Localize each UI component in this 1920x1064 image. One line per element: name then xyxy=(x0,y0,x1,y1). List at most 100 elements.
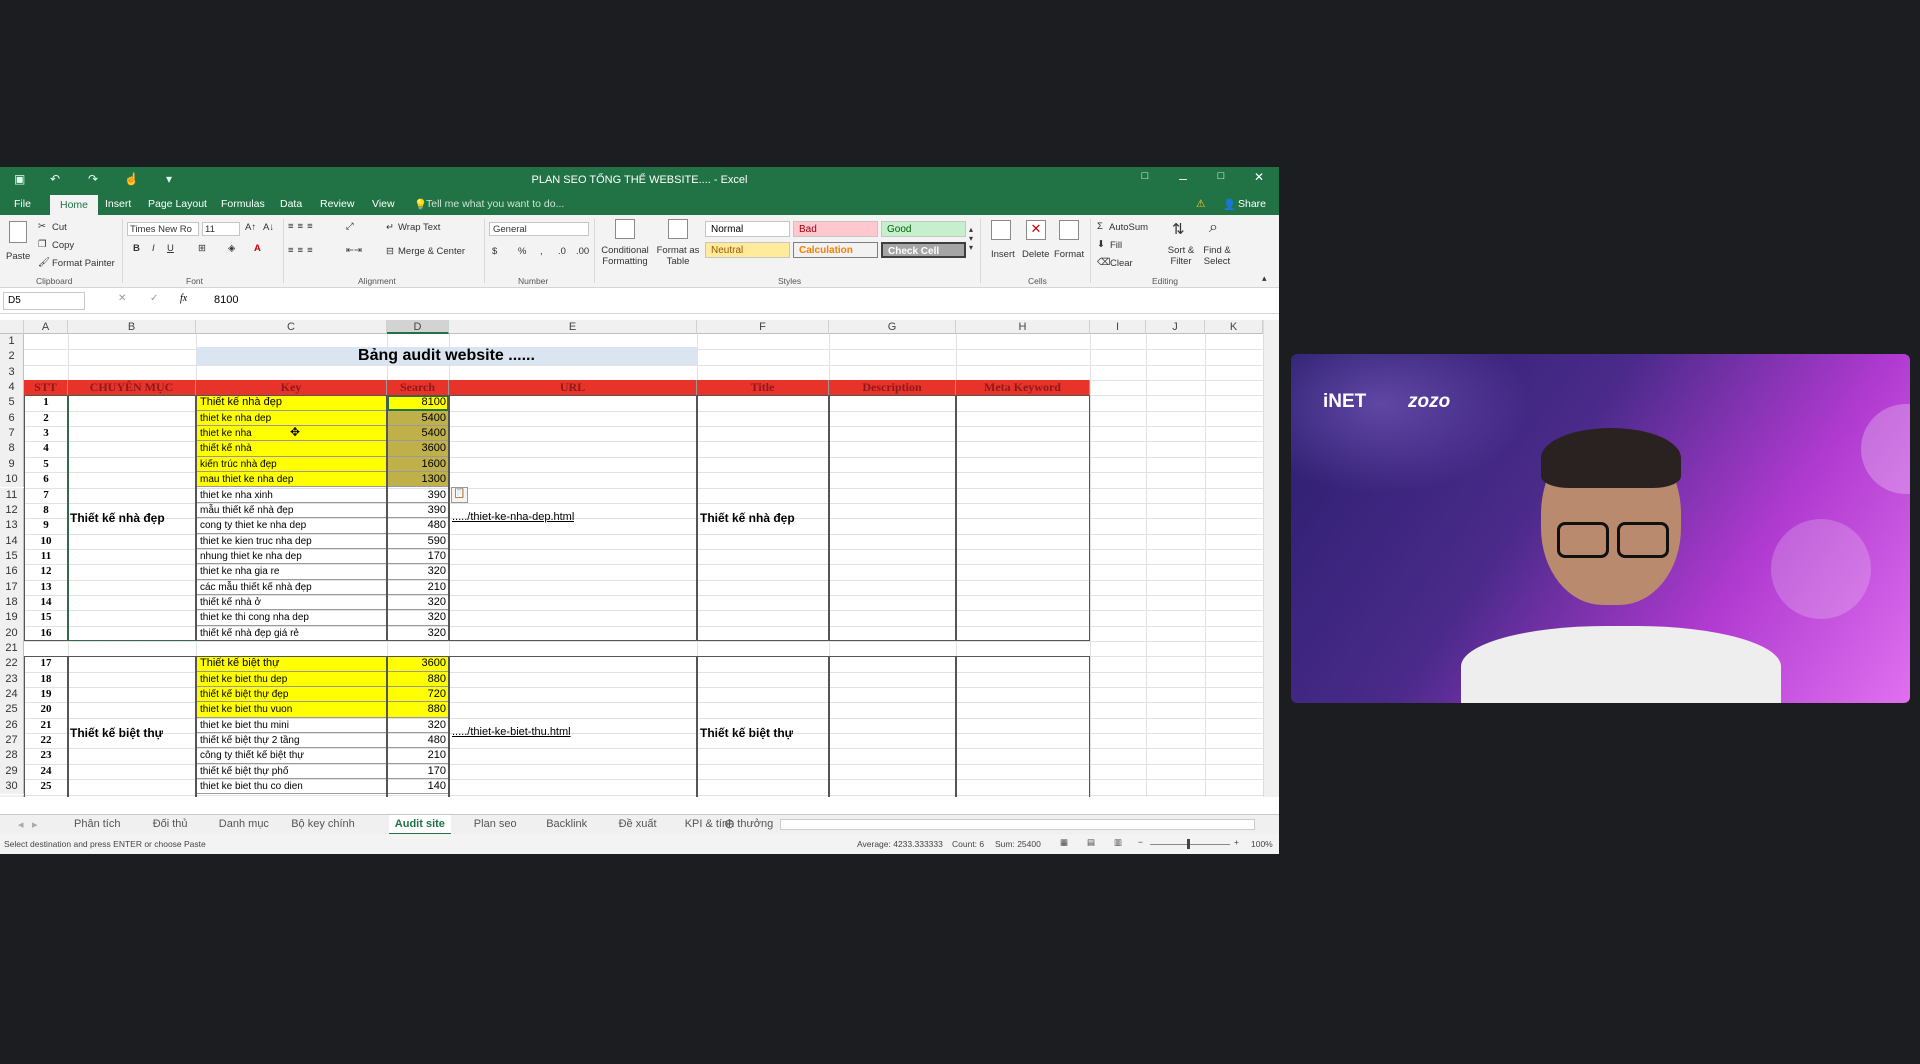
find-select-button[interactable]: Find & Select xyxy=(1199,245,1235,267)
header-stt[interactable]: STT xyxy=(24,380,68,396)
sheet-title[interactable]: Bảng audit website ...... xyxy=(196,347,697,365)
column-header-c[interactable]: C xyxy=(196,320,387,334)
sheet-tab[interactable]: Đối thủ xyxy=(153,818,188,830)
sheet-tab[interactable]: Audit site xyxy=(388,815,451,835)
tell-me-search[interactable]: Tell me what you want to do... xyxy=(426,198,564,210)
column-header-d[interactable]: D xyxy=(387,320,449,334)
sheet-tab[interactable]: Danh mục xyxy=(219,818,269,830)
header-description[interactable]: Description xyxy=(829,380,956,396)
column-header-j[interactable]: J xyxy=(1146,320,1205,334)
row-header[interactable]: 31 xyxy=(0,794,24,797)
vertical-align-icons[interactable]: ≡≡≡ xyxy=(288,221,317,232)
row-header[interactable]: 14 xyxy=(0,533,24,549)
styles-scroll-icon[interactable]: ▴ ▾ ▾ xyxy=(969,225,973,252)
name-box[interactable]: D5 xyxy=(3,292,85,310)
zoom-out-icon[interactable]: − xyxy=(1138,837,1143,847)
delete-cells-button[interactable]: Delete xyxy=(1022,249,1049,260)
sheet-tab[interactable]: Phân tích xyxy=(74,818,120,830)
row-header[interactable]: 18 xyxy=(0,594,24,611)
style-neutral[interactable]: Neutral xyxy=(705,242,790,258)
decrease-font-icon[interactable]: A↓ xyxy=(263,222,274,233)
tab-review[interactable]: Review xyxy=(320,198,354,210)
cut-icon[interactable]: ✂ xyxy=(38,221,46,232)
header-meta-keyword[interactable]: Meta Keyword xyxy=(956,380,1090,396)
tab-home[interactable]: Home xyxy=(50,195,99,215)
merge-center-button[interactable]: Merge & Center xyxy=(398,246,465,257)
italic-button[interactable]: I xyxy=(152,243,155,254)
header-title[interactable]: Title xyxy=(697,380,829,396)
horizontal-scrollbar[interactable] xyxy=(780,819,1255,830)
format-painter-button[interactable]: Format Painter xyxy=(52,258,115,269)
font-size-select[interactable]: 11 xyxy=(202,222,240,236)
zoom-in-icon[interactable]: + xyxy=(1234,837,1239,847)
row-header[interactable]: 6 xyxy=(0,410,24,427)
underline-button[interactable]: U xyxy=(167,243,174,254)
sheet-tab[interactable]: Bộ key chính xyxy=(291,818,355,830)
header-search[interactable]: Search xyxy=(387,380,449,396)
wrap-text-button[interactable]: Wrap Text xyxy=(398,222,440,233)
paste-options-icon[interactable]: 📋 xyxy=(451,486,468,503)
percent-icon[interactable]: % xyxy=(518,246,526,257)
chuyen-muc-cell[interactable]: Thiết kế biệt thự xyxy=(70,726,163,740)
title-cell[interactable]: Thiết kế nhà đẹp xyxy=(700,511,795,525)
sheet-tab[interactable]: Plan seo xyxy=(474,818,517,830)
row-header[interactable]: 1 xyxy=(0,334,24,350)
column-header-e[interactable]: E xyxy=(449,320,697,334)
row-header[interactable]: 27 xyxy=(0,733,24,749)
column-header-k[interactable]: K xyxy=(1205,320,1263,334)
fill-icon[interactable]: ⬇ xyxy=(1097,239,1105,250)
zoom-slider-thumb[interactable] xyxy=(1187,839,1190,849)
increase-font-icon[interactable]: A↑ xyxy=(245,222,256,233)
format-as-table-button[interactable]: Format as Table xyxy=(656,245,700,267)
row-header[interactable]: 24 xyxy=(0,687,24,703)
column-header-i[interactable]: I xyxy=(1090,320,1146,334)
close-button[interactable]: ✕ xyxy=(1241,170,1277,184)
formula-input[interactable]: 8100 xyxy=(214,294,238,306)
spreadsheet-grid[interactable]: ABCDEFGHIJK 1 2 3 4 5 6 7 8 9 10 11 12 13 14 15 16 17 18 1… xyxy=(0,320,1279,797)
column-header-a[interactable]: A xyxy=(24,320,68,334)
font-name-select[interactable]: Times New Ro xyxy=(127,222,199,236)
tab-view[interactable]: View xyxy=(372,198,395,210)
row-header[interactable]: 5 xyxy=(0,395,24,411)
horizontal-align-icons[interactable]: ≡≡≡ xyxy=(288,245,317,256)
format-cells-icon[interactable] xyxy=(1059,220,1079,240)
title-cell[interactable]: Thiết kế biệt thự xyxy=(700,726,793,740)
row-header[interactable]: 7 xyxy=(0,426,24,442)
row-header[interactable]: 10 xyxy=(0,472,24,488)
column-header-f[interactable]: F xyxy=(697,320,829,334)
column-header-h[interactable]: H xyxy=(956,320,1090,334)
maximize-button[interactable]: □ xyxy=(1203,170,1239,182)
copy-icon[interactable]: ❐ xyxy=(38,239,47,250)
tab-scroll-right-icon[interactable]: ▸ xyxy=(32,818,38,831)
autosum-button[interactable]: AutoSum xyxy=(1109,222,1148,233)
style-check-cell[interactable]: Check Cell xyxy=(881,242,966,258)
zoom-level[interactable]: 100% xyxy=(1251,839,1273,849)
tab-scroll-left-icon[interactable]: ◂ xyxy=(18,818,24,831)
comma-icon[interactable]: , xyxy=(540,246,543,257)
sort-filter-icon[interactable]: ⇅ xyxy=(1172,220,1185,238)
row-header[interactable]: 3 xyxy=(0,364,24,381)
tab-formulas[interactable]: Formulas xyxy=(221,198,265,210)
insert-cells-button[interactable]: Insert xyxy=(991,249,1015,260)
header-key[interactable]: Key xyxy=(196,380,387,396)
row-header[interactable]: 23 xyxy=(0,671,24,688)
row-header[interactable]: 15 xyxy=(0,548,24,565)
clear-icon[interactable]: ⌫ xyxy=(1097,257,1110,268)
row-header[interactable]: 22 xyxy=(0,656,24,672)
row-header[interactable]: 20 xyxy=(0,625,24,641)
page-layout-view-icon[interactable]: ▤ xyxy=(1087,837,1095,848)
fill-button[interactable]: Fill xyxy=(1110,240,1122,251)
warning-icon[interactable]: ⚠ xyxy=(1196,198,1205,210)
cut-button[interactable]: Cut xyxy=(52,222,67,233)
wrap-text-icon[interactable]: ↵ xyxy=(386,222,394,233)
header-url[interactable]: URL xyxy=(449,380,697,396)
format-cells-button[interactable]: Format xyxy=(1054,249,1084,260)
style-normal[interactable]: Normal xyxy=(705,221,790,237)
copy-button[interactable]: Copy xyxy=(52,240,74,251)
sort-filter-button[interactable]: Sort & Filter xyxy=(1163,245,1199,267)
conditional-formatting-icon[interactable] xyxy=(615,219,635,239)
delete-cells-icon[interactable]: ✕ xyxy=(1026,220,1046,240)
select-all-corner[interactable] xyxy=(0,320,24,334)
orientation-icon[interactable]: ⤢ xyxy=(346,221,354,232)
format-painter-icon[interactable]: 🖌 xyxy=(38,257,50,268)
